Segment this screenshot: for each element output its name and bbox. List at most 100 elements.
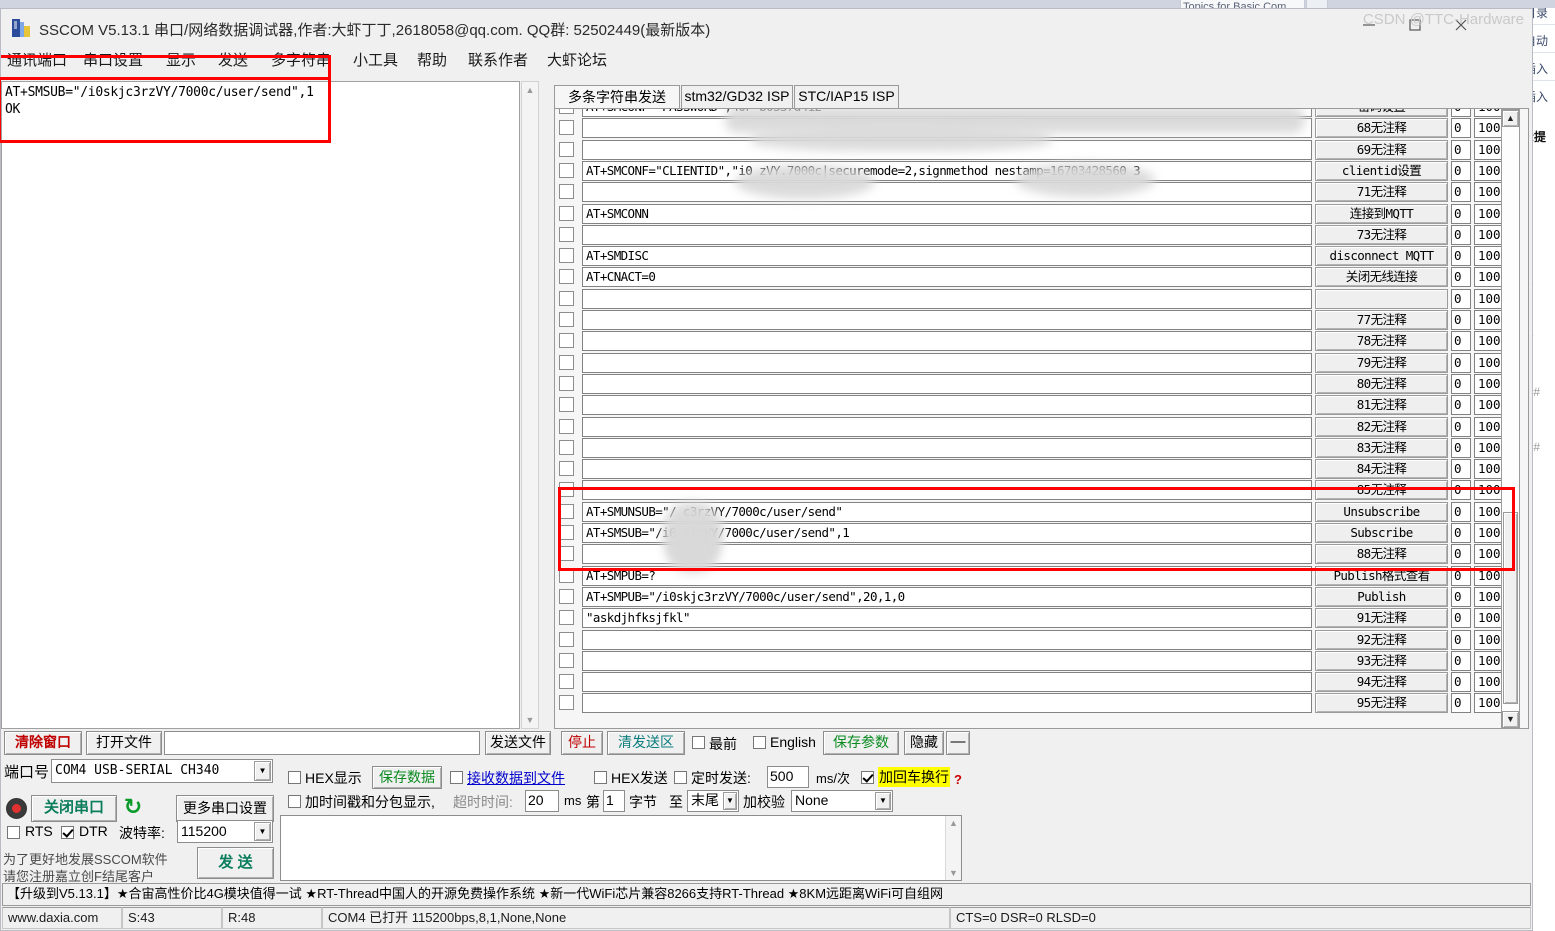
grid-row-note-button[interactable]: 68无注释 <box>1315 118 1448 139</box>
hex-send-checkbox[interactable] <box>594 771 607 784</box>
hex-display-checkbox[interactable] <box>288 771 301 784</box>
clear-send-button[interactable]: 清发送区 <box>607 731 685 755</box>
grid-row-command-input[interactable] <box>582 373 1312 394</box>
open-file-button[interactable]: 打开文件 <box>86 731 162 755</box>
grid-row-value-a[interactable]: 0 <box>1451 139 1471 160</box>
grid-row-value-a[interactable]: 0 <box>1451 672 1471 693</box>
grid-row-note-button[interactable]: 92无注释 <box>1315 629 1448 650</box>
grid-row-note-button[interactable]: disconnect MQTT <box>1315 246 1448 267</box>
grid-row-note-button[interactable]: 连接到MQTT <box>1315 203 1448 224</box>
grid-row-command-input[interactable] <box>582 288 1312 309</box>
chevron-down-icon[interactable]: ▼ <box>254 761 271 781</box>
grid-row-note-button[interactable]: 93无注释 <box>1315 650 1448 671</box>
menu-item-send[interactable]: 发送 <box>218 49 248 70</box>
grid-row-command-input[interactable] <box>582 544 1312 565</box>
timestamp-checkbox[interactable] <box>288 795 301 808</box>
receive-scroll-down-icon[interactable]: ▼ <box>522 712 538 728</box>
menu-item-help[interactable]: 帮助 <box>417 49 447 70</box>
grid-row-checkbox[interactable] <box>559 290 574 306</box>
grid-row-checkbox[interactable] <box>559 184 574 200</box>
grid-row-checkbox[interactable] <box>559 354 574 370</box>
grid-row-command-input[interactable]: AT+CNACT=0 <box>582 267 1312 288</box>
receive-scroll-up-icon[interactable]: ▲ <box>522 82 538 98</box>
grid-row-checkbox[interactable] <box>559 610 574 626</box>
grid-row-command-input[interactable] <box>582 118 1312 139</box>
grid-row-value-a[interactable]: 0 <box>1451 480 1471 501</box>
grid-row-note-button[interactable]: Publish <box>1315 586 1448 607</box>
grid-row-command-input[interactable] <box>582 437 1312 458</box>
grid-row-value-a[interactable]: 0 <box>1451 118 1471 139</box>
grid-row-command-input[interactable]: AT+SMPUB="/i0skjc3rzVY/7000c/user/send",… <box>582 586 1312 607</box>
grid-row-value-a[interactable]: 0 <box>1451 586 1471 607</box>
grid-row-note-button[interactable]: Subscribe <box>1315 523 1448 543</box>
grid-scroll-down-icon[interactable]: ▼ <box>1502 711 1519 728</box>
grid-row-checkbox[interactable] <box>559 226 574 242</box>
grid-row-command-input[interactable] <box>582 629 1312 650</box>
grid-row-checkbox[interactable] <box>559 567 574 583</box>
grid-row-value-a[interactable]: 0 <box>1451 331 1471 352</box>
timeout-input[interactable]: 20 <box>525 790 559 812</box>
grid-row-checkbox[interactable] <box>559 525 574 540</box>
send-button[interactable]: 发 送 <box>197 847 274 879</box>
grid-row-checkbox[interactable] <box>559 418 574 434</box>
grid-row-checkbox[interactable] <box>559 205 574 221</box>
grid-row-value-a[interactable]: 0 <box>1451 501 1471 522</box>
menu-item-contact[interactable]: 联系作者 <box>468 49 528 70</box>
menu-item-display[interactable]: 显示 <box>166 49 196 70</box>
recv-to-file-checkbox[interactable] <box>450 771 463 784</box>
grid-row-command-input[interactable] <box>582 693 1312 714</box>
grid-row-note-button[interactable]: 84无注释 <box>1315 459 1448 480</box>
grid-row-command-input[interactable] <box>582 352 1312 373</box>
save-data-button[interactable]: 保存数据 <box>372 766 442 789</box>
grid-row-command-input[interactable] <box>582 182 1312 203</box>
grid-row-note-button[interactable]: 71无注释 <box>1315 182 1448 203</box>
grid-row-note-button[interactable]: 79无注释 <box>1315 352 1448 373</box>
grid-row-note-button[interactable]: Publish格式查看 <box>1315 565 1448 586</box>
grid-row-value-a[interactable]: 0 <box>1451 650 1471 671</box>
topmost-checkbox[interactable] <box>692 736 705 749</box>
end-position-select[interactable]: 末尾 ▼ <box>687 790 739 812</box>
grid-row-command-input[interactable]: AT+SMDISC <box>582 246 1312 267</box>
crlf-checkbox[interactable] <box>861 771 874 784</box>
grid-row-value-a[interactable]: 0 <box>1451 203 1471 224</box>
hide-button[interactable]: 隐藏 <box>904 731 944 755</box>
grid-row-value-a[interactable]: 0 <box>1451 224 1471 245</box>
baud-rate-select[interactable]: 115200 ▼ <box>177 820 273 843</box>
grid-row-value-a[interactable]: 0 <box>1451 182 1471 203</box>
grid-row-command-input[interactable] <box>582 650 1312 671</box>
grid-row-note-button[interactable]: Unsubscribe <box>1315 501 1448 522</box>
grid-row-note-button[interactable]: 69无注释 <box>1315 139 1448 160</box>
checksum-select[interactable]: None ▼ <box>791 790 893 812</box>
grid-row-value-a[interactable]: 0 <box>1451 160 1471 181</box>
send-scroll-up-icon[interactable]: ▲ <box>946 816 961 830</box>
english-checkbox[interactable] <box>753 736 766 749</box>
grid-row-checkbox[interactable] <box>559 162 574 178</box>
grid-row-note-button[interactable]: 82无注释 <box>1315 416 1448 437</box>
grid-row-checkbox[interactable] <box>559 674 574 690</box>
menu-item-tools[interactable]: 小工具 <box>353 49 398 70</box>
grid-row-checkbox[interactable] <box>559 333 574 349</box>
grid-row-checkbox[interactable] <box>559 652 574 668</box>
save-params-button[interactable]: 保存参数 <box>823 731 899 755</box>
timed-send-input[interactable]: 500 <box>767 766 809 788</box>
nth-byte-input[interactable]: 1 <box>603 790 625 812</box>
grid-row-value-a[interactable]: 0 <box>1451 523 1471 543</box>
chevron-down-icon[interactable]: ▼ <box>723 792 737 810</box>
grid-row-command-input[interactable] <box>582 416 1312 437</box>
tab-stc-iap15-isp[interactable]: STC/IAP15 ISP <box>794 85 899 108</box>
grid-row-note-button[interactable]: 关闭无线连接 <box>1315 267 1448 288</box>
grid-row-checkbox[interactable] <box>559 695 574 711</box>
grid-row-value-a[interactable]: 0 <box>1451 373 1471 394</box>
grid-row-command-input[interactable] <box>582 480 1312 501</box>
grid-row-checkbox[interactable] <box>559 141 574 157</box>
grid-row-command-input[interactable]: "askdjhfksjfkl" <box>582 608 1312 629</box>
grid-row-value-a[interactable]: 0 <box>1451 608 1471 629</box>
status-website[interactable]: www.daxia.com <box>2 907 122 929</box>
grid-row-value-a[interactable]: 0 <box>1451 416 1471 437</box>
file-path-input[interactable] <box>164 731 480 755</box>
grid-row-command-input[interactable] <box>582 331 1312 352</box>
grid-row-checkbox[interactable] <box>559 375 574 391</box>
grid-row-command-input[interactable]: AT+SMCONF="PASSWORD",40F b0337d412 <box>582 109 1312 117</box>
grid-row-note-button[interactable]: clientid设置 <box>1315 160 1448 181</box>
grid-row-value-a[interactable]: 0 <box>1451 246 1471 267</box>
